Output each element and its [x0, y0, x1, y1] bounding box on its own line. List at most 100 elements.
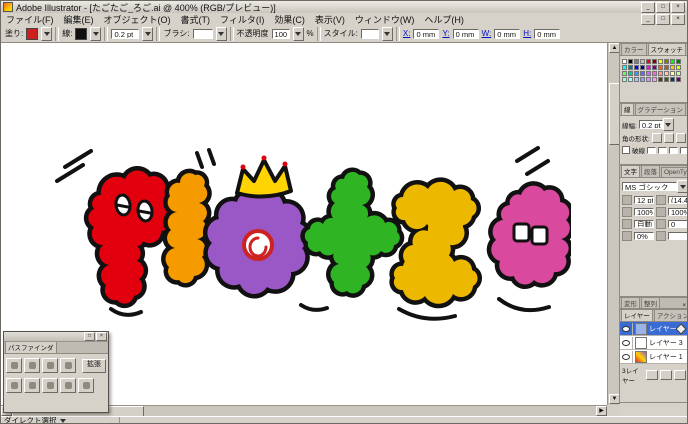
gap-field[interactable] [680, 146, 687, 154]
swatch[interactable] [628, 71, 633, 76]
shape-exclude-button[interactable] [60, 358, 76, 373]
crop-button[interactable] [60, 378, 76, 393]
doc-restore-icon[interactable]: □ [656, 13, 670, 25]
swatch[interactable] [658, 77, 663, 82]
menu-edit[interactable]: 編集(E) [59, 13, 99, 26]
swatch[interactable] [652, 77, 657, 82]
shape-add-button[interactable] [6, 358, 22, 373]
stroke-weight-dd-icon[interactable] [662, 118, 674, 131]
menu-object[interactable]: オブジェクト(O) [99, 13, 176, 26]
restore-button-icon[interactable]: □ [656, 1, 670, 13]
swatch[interactable] [652, 59, 657, 64]
swatch[interactable] [670, 71, 675, 76]
tab-align[interactable]: 整列 [641, 298, 660, 308]
swatch[interactable] [640, 71, 645, 76]
swatch[interactable] [646, 71, 651, 76]
swatch[interactable] [664, 59, 669, 64]
pathfinder-title-bar[interactable]: □ × [4, 332, 108, 342]
swatch[interactable] [640, 59, 645, 64]
menu-file[interactable]: ファイル(F) [1, 13, 59, 26]
menu-help[interactable]: ヘルプ(H) [419, 13, 469, 26]
letter-l-fill[interactable] [165, 173, 208, 284]
tracking-field[interactable]: 0 [668, 220, 687, 228]
cap-round-button[interactable] [663, 133, 674, 143]
swatch[interactable] [622, 71, 627, 76]
swatch[interactable] [646, 65, 651, 70]
palette-close-icon[interactable]: × [96, 332, 107, 341]
menu-view[interactable]: 表示(V) [310, 13, 350, 26]
letter-t[interactable] [300, 167, 405, 298]
cap-projecting-button[interactable] [675, 133, 686, 143]
swatch[interactable] [676, 59, 681, 64]
letter-z-fill[interactable] [393, 252, 478, 304]
swatch[interactable] [634, 65, 639, 70]
font-family-field[interactable]: MS ゴシック [622, 182, 677, 191]
swatch[interactable] [646, 59, 651, 64]
x-label[interactable]: X: [403, 29, 411, 38]
tab-pathfinder[interactable]: パスファインダ [5, 342, 57, 353]
swatch[interactable] [622, 77, 627, 82]
swatch[interactable] [664, 65, 669, 70]
style-dropdown-icon[interactable] [381, 26, 393, 41]
tab-gradient[interactable]: グラデーション [634, 104, 686, 115]
swatch[interactable] [652, 65, 657, 70]
visibility-toggle[interactable] [620, 336, 633, 349]
tab-opentype[interactable]: OpenType [661, 167, 687, 177]
layer-row[interactable]: レイヤー 1 [620, 350, 687, 364]
vertical-scrollbar[interactable]: ▲ ▼ [607, 43, 621, 405]
scroll-right-icon[interactable]: ▶ [596, 406, 607, 416]
leading-field[interactable]: (14.4 pt) [668, 196, 687, 204]
swatch[interactable] [634, 71, 639, 76]
menu-type[interactable]: 書式(T) [176, 13, 216, 26]
w-input[interactable]: 0 mm [494, 28, 521, 39]
merge-button[interactable] [42, 378, 58, 393]
swatch[interactable] [646, 77, 651, 82]
brush-input[interactable] [192, 28, 213, 39]
tab-layers[interactable]: レイヤー [621, 310, 653, 321]
divide-button[interactable] [6, 378, 22, 393]
tab-stroke[interactable]: 線 [621, 104, 634, 115]
horizontal-scale-field[interactable]: 100% [668, 208, 687, 216]
style-input[interactable] [360, 28, 379, 39]
brush-dropdown-icon[interactable] [215, 26, 227, 41]
shape-intersect-button[interactable] [42, 358, 58, 373]
swatch[interactable] [640, 65, 645, 70]
make-mask-button[interactable] [646, 370, 658, 380]
x-input[interactable]: 0 mm [413, 28, 440, 39]
swatch[interactable] [676, 77, 681, 82]
y-label[interactable]: Y: [442, 29, 449, 38]
stroke-dropdown-icon[interactable] [90, 26, 102, 41]
fill-dropdown-icon[interactable] [41, 26, 53, 41]
shape-subtract-button[interactable] [24, 358, 40, 373]
stroke-weight-dropdown-icon[interactable] [142, 26, 154, 41]
font-family-dd-icon[interactable] [677, 180, 687, 193]
menu-filter[interactable]: フィルタ(I) [215, 13, 269, 26]
swatch[interactable] [628, 77, 633, 82]
status-tool[interactable]: ダイレクト選択 [1, 417, 120, 423]
baseline-shift-field[interactable] [668, 232, 687, 240]
swatch[interactable] [664, 71, 669, 76]
kerning-field[interactable]: 自動 [634, 220, 654, 228]
pathfinder-palette[interactable]: □ × パスファインダ 拡張 [3, 331, 109, 413]
swatch[interactable] [676, 71, 681, 76]
menu-effect[interactable]: 効果(C) [269, 13, 310, 26]
palette-collapse-icon[interactable]: □ [84, 332, 95, 341]
tab-swatches[interactable]: スウォッチ [647, 44, 686, 55]
tab-color[interactable]: カラー [621, 44, 647, 55]
h-label[interactable]: H: [523, 29, 531, 38]
tab-paragraph[interactable]: 段落 [641, 166, 660, 177]
outline-button[interactable] [78, 378, 94, 393]
title-bar[interactable]: Adobe Illustrator - [たごたご_ろご.ai @ 400% (… [1, 1, 687, 13]
dash-field[interactable] [647, 146, 656, 154]
swatch[interactable] [658, 65, 663, 70]
dash-checkbox[interactable] [622, 146, 630, 154]
doc-close-icon[interactable]: × [671, 13, 685, 25]
gap-field[interactable] [658, 146, 667, 154]
letter-l[interactable] [161, 168, 212, 288]
platzo-artwork[interactable] [51, 139, 571, 339]
visibility-toggle[interactable] [620, 322, 633, 335]
crown[interactable] [235, 155, 293, 199]
letter-p[interactable] [83, 166, 179, 309]
h-input[interactable]: 0 mm [534, 28, 561, 39]
layer-row[interactable]: レイヤー 2 [620, 322, 687, 336]
